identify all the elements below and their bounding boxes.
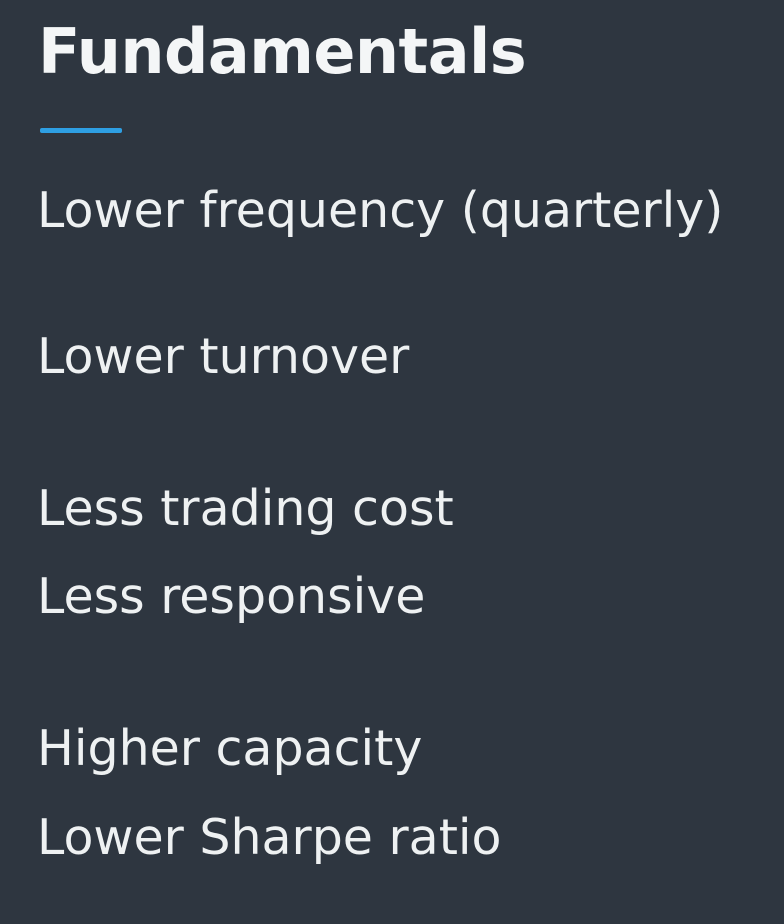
point-less-trading-cost: Less trading cost <box>37 480 454 537</box>
title-accent-line <box>40 128 122 133</box>
slide-title: Fundamentals <box>38 15 527 88</box>
point-less-responsive: Less responsive <box>37 568 426 625</box>
point-lower-frequency: Lower frequency (quarterly) <box>37 182 724 239</box>
point-higher-capacity: Higher capacity <box>37 720 423 777</box>
slide: Fundamentals Lower frequency (quarterly)… <box>0 0 784 924</box>
point-lower-turnover: Lower turnover <box>37 328 410 385</box>
point-lower-sharpe-ratio: Lower Sharpe ratio <box>37 809 502 866</box>
